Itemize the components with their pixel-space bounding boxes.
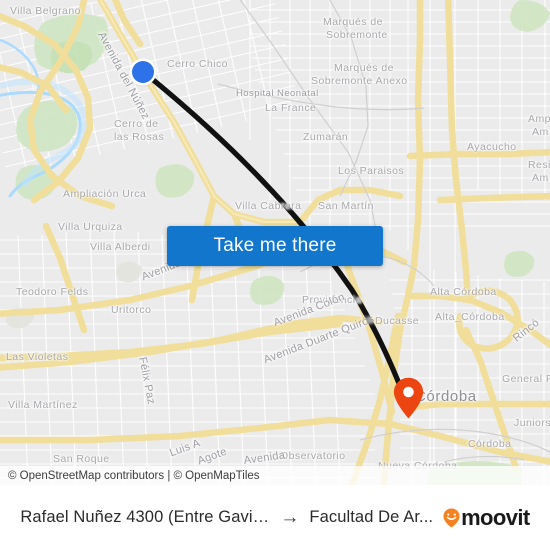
moovit-pin-smiley-icon (443, 508, 460, 528)
arrow-right-icon: → (280, 506, 300, 528)
caption-origin: Rafael Nuñez 4300 (Entre Gavier ... (20, 508, 271, 526)
moovit-wordmark: moovit (461, 504, 530, 530)
destination-pin-icon (393, 377, 424, 419)
caption-destination: Facultad De Ar... (309, 508, 434, 526)
map-attribution: © OpenStreetMap contributors | © OpenMap… (0, 466, 550, 485)
origin-marker[interactable] (132, 61, 154, 83)
map-canvas[interactable]: Villa Belgrano Cerro Chico Cerro de las Ros… (0, 0, 550, 485)
destination-marker[interactable] (393, 377, 424, 419)
moovit-logo[interactable]: moovit (443, 505, 530, 531)
take-me-there-button[interactable]: Take me there (167, 226, 383, 266)
moovit-map-widget: Villa Belgrano Cerro Chico Cerro de las Ros… (0, 0, 550, 550)
trip-caption-bar: Rafael Nuñez 4300 (Entre Gavier ... → Fa… (0, 485, 550, 550)
